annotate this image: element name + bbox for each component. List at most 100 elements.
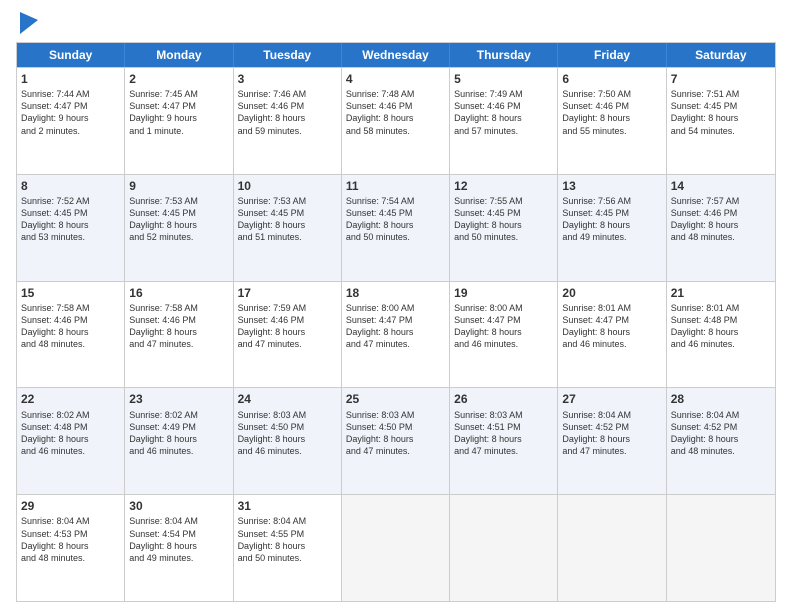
day-info-line: Sunset: 4:45 PM — [21, 207, 120, 219]
day-info-line: and 48 minutes. — [21, 338, 120, 350]
empty-cell — [667, 495, 775, 601]
day-info-line: Sunset: 4:47 PM — [562, 314, 661, 326]
day-info-line: Sunrise: 8:04 AM — [238, 515, 337, 527]
logo-icon — [20, 12, 38, 34]
day-cell: 7Sunrise: 7:51 AMSunset: 4:45 PMDaylight… — [667, 68, 775, 174]
day-info-line: Daylight: 8 hours — [129, 433, 228, 445]
day-info-line: Sunrise: 7:49 AM — [454, 88, 553, 100]
day-info-line: and 46 minutes. — [238, 445, 337, 457]
day-number: 26 — [454, 391, 553, 407]
day-info-line: Sunset: 4:50 PM — [346, 421, 445, 433]
day-cell: 26 Sunrise: 8:03 AMSunset: 4:51 PMDayligh… — [450, 388, 558, 494]
day-number: 1 — [21, 71, 120, 87]
day-info-line: Daylight: 8 hours — [671, 326, 771, 338]
day-info-line: Sunrise: 7:55 AM — [454, 195, 553, 207]
day-info-line: Sunset: 4:48 PM — [671, 314, 771, 326]
day-info-line: Sunset: 4:46 PM — [129, 314, 228, 326]
day-info-line: Daylight: 8 hours — [21, 326, 120, 338]
weekday-header: Sunday — [17, 43, 125, 67]
day-info-line: Sunrise: 7:53 AM — [129, 195, 228, 207]
day-info-line: Daylight: 8 hours — [129, 540, 228, 552]
day-info-line: Daylight: 8 hours — [671, 219, 771, 231]
day-info-line: Sunset: 4:45 PM — [129, 207, 228, 219]
day-info-line: Daylight: 8 hours — [346, 219, 445, 231]
day-info-line: Sunrise: 8:03 AM — [454, 409, 553, 421]
day-info-line: Daylight: 8 hours — [562, 112, 661, 124]
day-info-line: Sunset: 4:46 PM — [21, 314, 120, 326]
day-number: 25 — [346, 391, 445, 407]
header — [16, 12, 776, 34]
logo — [16, 12, 38, 34]
day-number: 22 — [21, 391, 120, 407]
day-info-line: and 46 minutes. — [454, 338, 553, 350]
day-info-line: Sunset: 4:47 PM — [21, 100, 120, 112]
day-info-line: Daylight: 8 hours — [562, 219, 661, 231]
day-info-line: and 47 minutes. — [346, 445, 445, 457]
day-cell: 21Sunrise: 8:01 AMSunset: 4:48 PMDayligh… — [667, 282, 775, 388]
day-number: 11 — [346, 178, 445, 194]
day-info-line: and 46 minutes. — [21, 445, 120, 457]
calendar-row: 29Sunrise: 8:04 AMSunset: 4:53 PMDayligh… — [17, 494, 775, 601]
day-info-line: Sunrise: 8:04 AM — [129, 515, 228, 527]
day-info-line: Sunrise: 8:04 AM — [21, 515, 120, 527]
day-info-line: Sunset: 4:46 PM — [238, 100, 337, 112]
day-info-line: Sunset: 4:45 PM — [454, 207, 553, 219]
day-number: 15 — [21, 285, 120, 301]
day-info-line: Sunset: 4:53 PM — [21, 528, 120, 540]
day-number: 21 — [671, 285, 771, 301]
day-cell: 16Sunrise: 7:58 AMSunset: 4:46 PMDayligh… — [125, 282, 233, 388]
day-number: 27 — [562, 391, 661, 407]
day-info-line: Daylight: 8 hours — [238, 326, 337, 338]
day-cell: 24Sunrise: 8:03 AMSunset: 4:50 PMDayligh… — [234, 388, 342, 494]
day-info-line: Sunset: 4:47 PM — [129, 100, 228, 112]
day-number: 4 — [346, 71, 445, 87]
day-info-line: Sunset: 4:46 PM — [346, 100, 445, 112]
day-number: 13 — [562, 178, 661, 194]
day-info-line: Sunrise: 7:56 AM — [562, 195, 661, 207]
day-info-line: and 48 minutes. — [671, 231, 771, 243]
day-info-line: Sunrise: 8:02 AM — [129, 409, 228, 421]
calendar-row: 1Sunrise: 7:44 AMSunset: 4:47 PMDaylight… — [17, 67, 775, 174]
day-info-line: Daylight: 8 hours — [562, 433, 661, 445]
day-number: 12 — [454, 178, 553, 194]
day-info-line: Daylight: 8 hours — [454, 112, 553, 124]
day-info-line: Daylight: 8 hours — [454, 433, 553, 445]
day-info-line: and 58 minutes. — [346, 125, 445, 137]
day-cell: 19Sunrise: 8:00 AMSunset: 4:47 PMDayligh… — [450, 282, 558, 388]
day-info-line: Daylight: 8 hours — [671, 112, 771, 124]
page: SundayMondayTuesdayWednesdayThursdayFrid… — [0, 0, 792, 612]
day-info-line: Daylight: 8 hours — [238, 540, 337, 552]
day-cell: 14Sunrise: 7:57 AMSunset: 4:46 PMDayligh… — [667, 175, 775, 281]
day-info-line: Sunset: 4:54 PM — [129, 528, 228, 540]
day-info-line: Sunrise: 7:58 AM — [129, 302, 228, 314]
day-info-line: Sunset: 4:47 PM — [454, 314, 553, 326]
day-info-line: Daylight: 8 hours — [562, 326, 661, 338]
day-number: 23 — [129, 391, 228, 407]
day-number: 7 — [671, 71, 771, 87]
day-info-line: and 57 minutes. — [454, 125, 553, 137]
day-info-line: Sunset: 4:52 PM — [562, 421, 661, 433]
day-info-line: Daylight: 9 hours — [21, 112, 120, 124]
day-number: 14 — [671, 178, 771, 194]
day-info-line: and 49 minutes. — [562, 231, 661, 243]
day-cell: 2Sunrise: 7:45 AMSunset: 4:47 PMDaylight… — [125, 68, 233, 174]
day-info-line: and 53 minutes. — [21, 231, 120, 243]
day-number: 20 — [562, 285, 661, 301]
day-info-line: Sunrise: 8:01 AM — [671, 302, 771, 314]
day-info-line: Sunset: 4:45 PM — [238, 207, 337, 219]
day-number: 10 — [238, 178, 337, 194]
day-info-line: and 48 minutes. — [671, 445, 771, 457]
day-info-line: Daylight: 8 hours — [346, 433, 445, 445]
day-cell: 28Sunrise: 8:04 AMSunset: 4:52 PMDayligh… — [667, 388, 775, 494]
day-number: 24 — [238, 391, 337, 407]
day-info-line: Sunset: 4:51 PM — [454, 421, 553, 433]
day-info-line: Sunrise: 7:51 AM — [671, 88, 771, 100]
day-info-line: Sunset: 4:46 PM — [238, 314, 337, 326]
day-info-line: Sunrise: 7:48 AM — [346, 88, 445, 100]
day-number: 17 — [238, 285, 337, 301]
day-cell: 17Sunrise: 7:59 AMSunset: 4:46 PMDayligh… — [234, 282, 342, 388]
day-info-line: Daylight: 8 hours — [671, 433, 771, 445]
day-cell: 29Sunrise: 8:04 AMSunset: 4:53 PMDayligh… — [17, 495, 125, 601]
weekday-header: Saturday — [667, 43, 775, 67]
day-cell: 5Sunrise: 7:49 AMSunset: 4:46 PMDaylight… — [450, 68, 558, 174]
